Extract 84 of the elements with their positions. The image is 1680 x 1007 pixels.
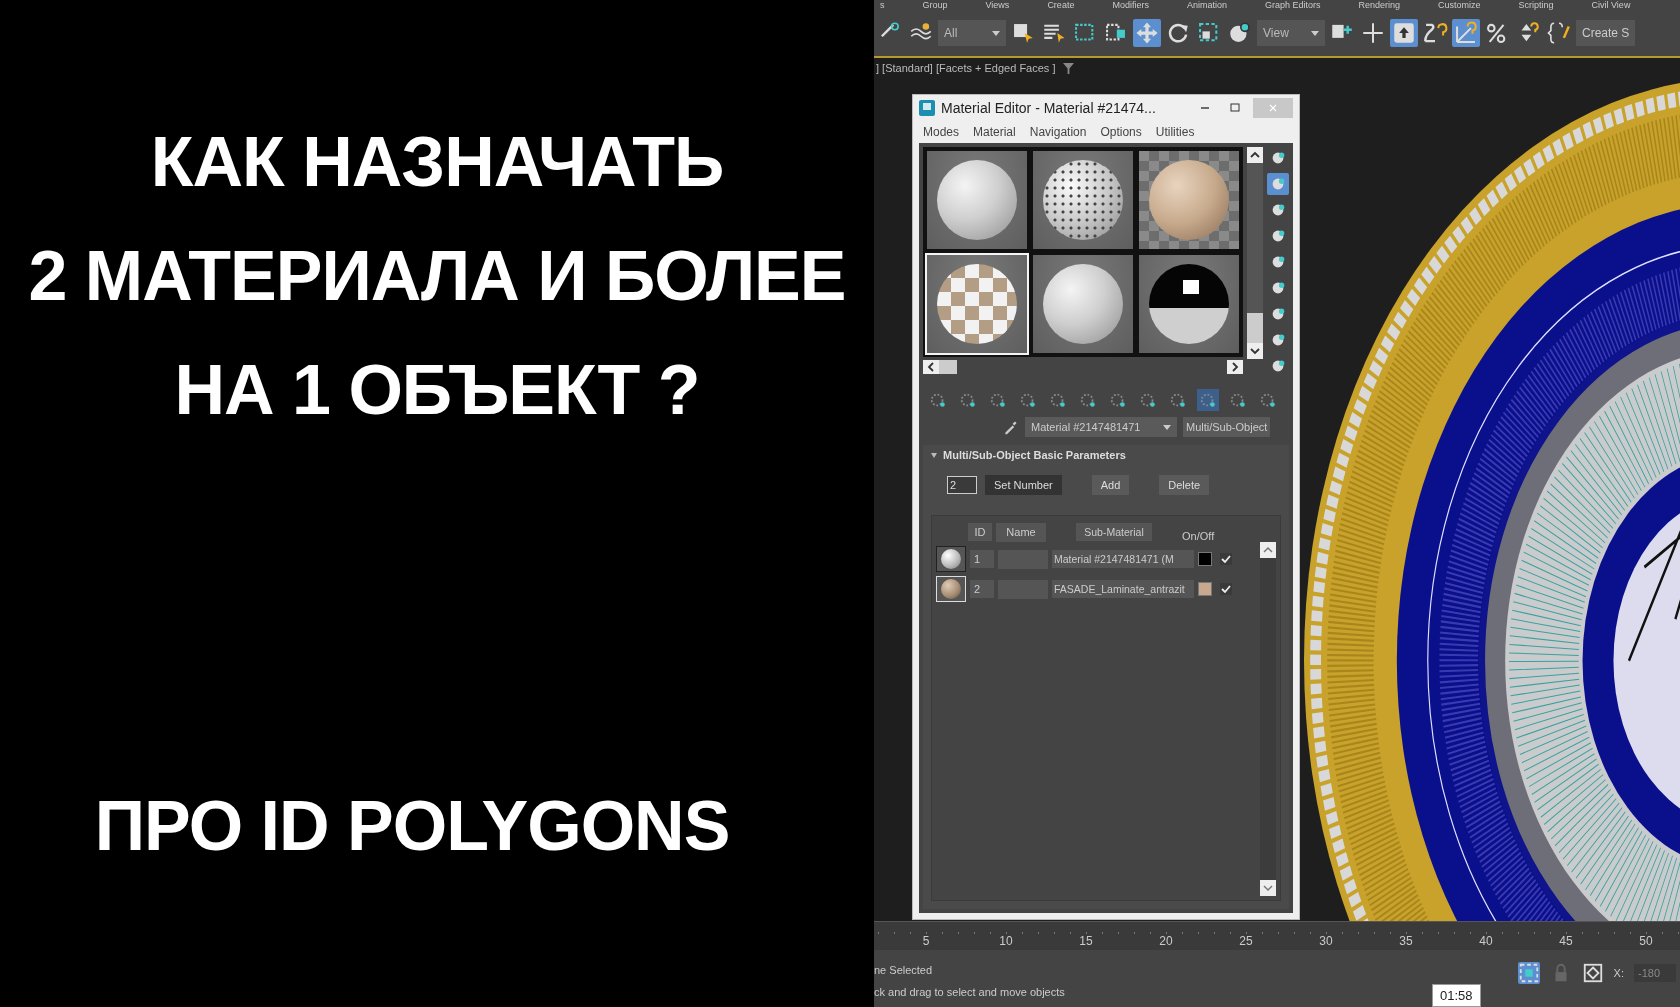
rollout-title[interactable]: Multi/Sub-Object Basic Parameters [943, 449, 1126, 461]
material-slot[interactable] [925, 149, 1029, 251]
scroll-thumb[interactable] [1247, 313, 1263, 343]
menu-item[interactable]: Navigation [1029, 125, 1087, 139]
frame-number: 20 [1158, 934, 1174, 948]
frame-number: 45 [1558, 934, 1574, 948]
material-type-button[interactable]: Multi/Sub-Object [1183, 417, 1271, 437]
frame-number: 5 [921, 934, 931, 948]
frame-number: 10 [998, 934, 1014, 948]
column-header: On/Off [1182, 530, 1215, 542]
column-header[interactable]: ID [968, 523, 992, 541]
transform-icon[interactable] [1581, 961, 1604, 984]
menu-item[interactable]: Group [922, 0, 948, 10]
scroll-left-icon[interactable] [923, 360, 939, 374]
scroll-up-icon[interactable] [1247, 147, 1263, 163]
scroll-thumb[interactable] [939, 360, 957, 374]
on-off-checkbox[interactable] [1220, 553, 1232, 565]
menu-item[interactable]: Graph Editors [1264, 0, 1321, 10]
menu-item[interactable]: Modes [923, 125, 960, 139]
vertical-scrollbar[interactable] [1247, 147, 1263, 359]
menu-item[interactable]: Scripting [1518, 0, 1554, 10]
collapse-icon[interactable] [931, 452, 937, 458]
column-header[interactable]: Sub-Material [1076, 523, 1152, 541]
menu-item[interactable]: Utilities [1155, 125, 1195, 139]
frame-number: 40 [1478, 934, 1494, 948]
arrow-up-icon[interactable] [1390, 19, 1418, 47]
menu-item[interactable]: Modifiers [1112, 0, 1149, 10]
material-slot[interactable] [1137, 253, 1241, 355]
material-slot[interactable] [1137, 149, 1241, 251]
window-title: Material Editor - Material #21474... [941, 100, 1157, 116]
headline-text: НА 1 ОБЪЕКТ ? [174, 350, 700, 430]
panel-button[interactable]: Delete [1159, 475, 1210, 495]
menu-item[interactable]: Create [1047, 0, 1075, 10]
coordinate-label: X: [1613, 966, 1624, 979]
app-icon [919, 100, 935, 116]
coordinate-field[interactable]: -180 [1634, 963, 1676, 982]
eyedropper-icon[interactable] [1003, 419, 1019, 435]
color-swatch[interactable] [1198, 582, 1212, 596]
panel-button[interactable]: Set Number [985, 475, 1062, 495]
panel-button[interactable]: Add [1091, 475, 1130, 495]
id-field[interactable]: 2 [970, 580, 994, 598]
sub-material-button[interactable]: Material #2147481471 (M [1052, 550, 1194, 568]
time-tooltip: 01:58 [1432, 984, 1481, 1007]
toolbar-dropdown[interactable]: View [1257, 20, 1325, 46]
headline-text: КАК НАЗНАЧАТЬ [150, 122, 724, 202]
scroll-right-icon[interactable] [1227, 360, 1243, 374]
headline-text: 2 МАТЕРИАЛА И БОЛЕЕ [28, 236, 846, 316]
material-name-dropdown[interactable]: Material #2147481471 [1025, 417, 1177, 437]
id-field[interactable]: 1 [970, 550, 994, 568]
viewport-label[interactable]: ] [Standard] [Facets + Edged Faces ] [876, 62, 1056, 74]
frame-number: 35 [1398, 934, 1414, 948]
toolbar-button[interactable]: Create S [1576, 20, 1636, 46]
menu-item[interactable]: Animation [1186, 0, 1227, 10]
menu-item[interactable]: s [880, 0, 885, 10]
timeline[interactable]: 5 10 15 20 25 30 35 40 45 50 [874, 921, 1680, 950]
frame-number: 15 [1078, 934, 1094, 948]
menu-item[interactable]: Civil View [1591, 0, 1631, 10]
caret-icon [1163, 424, 1171, 430]
frame-number: 30 [1318, 934, 1334, 948]
menu-item[interactable]: Options [1100, 125, 1142, 139]
material-thumbnail[interactable] [936, 546, 966, 572]
menu-item[interactable]: Customize [1438, 0, 1481, 10]
subtitle-text: ПРО ID POLYGONS [94, 786, 730, 866]
horizontal-scrollbar[interactable] [923, 359, 1243, 375]
on-off-checkbox[interactable] [1220, 583, 1232, 595]
sub-material-button[interactable]: FASADE_Laminate_antrazit [1052, 580, 1194, 598]
caret-icon [1311, 30, 1319, 36]
material-slot[interactable] [1031, 149, 1135, 251]
filter-icon[interactable] [1063, 62, 1075, 74]
frame-number: 25 [1238, 934, 1254, 948]
toolbar-dropdown[interactable]: All [938, 20, 1006, 46]
material-slot[interactable] [1031, 253, 1135, 355]
scroll-down-icon[interactable] [1247, 343, 1263, 359]
frame-number: 50 [1638, 934, 1654, 948]
column-header[interactable]: Name [996, 522, 1046, 542]
count-field[interactable]: 2 [947, 476, 977, 494]
caret-icon [992, 30, 1000, 36]
menu-item[interactable]: Rendering [1358, 0, 1400, 10]
menu-item[interactable]: Views [985, 0, 1010, 10]
color-swatch[interactable] [1198, 552, 1212, 566]
menu-item[interactable]: Material [973, 125, 1016, 139]
selection-lock-icon[interactable] [1517, 961, 1540, 984]
prompt-text: ck and drag to select and move objects [874, 985, 1065, 998]
selection-status: ne Selected [874, 963, 934, 976]
